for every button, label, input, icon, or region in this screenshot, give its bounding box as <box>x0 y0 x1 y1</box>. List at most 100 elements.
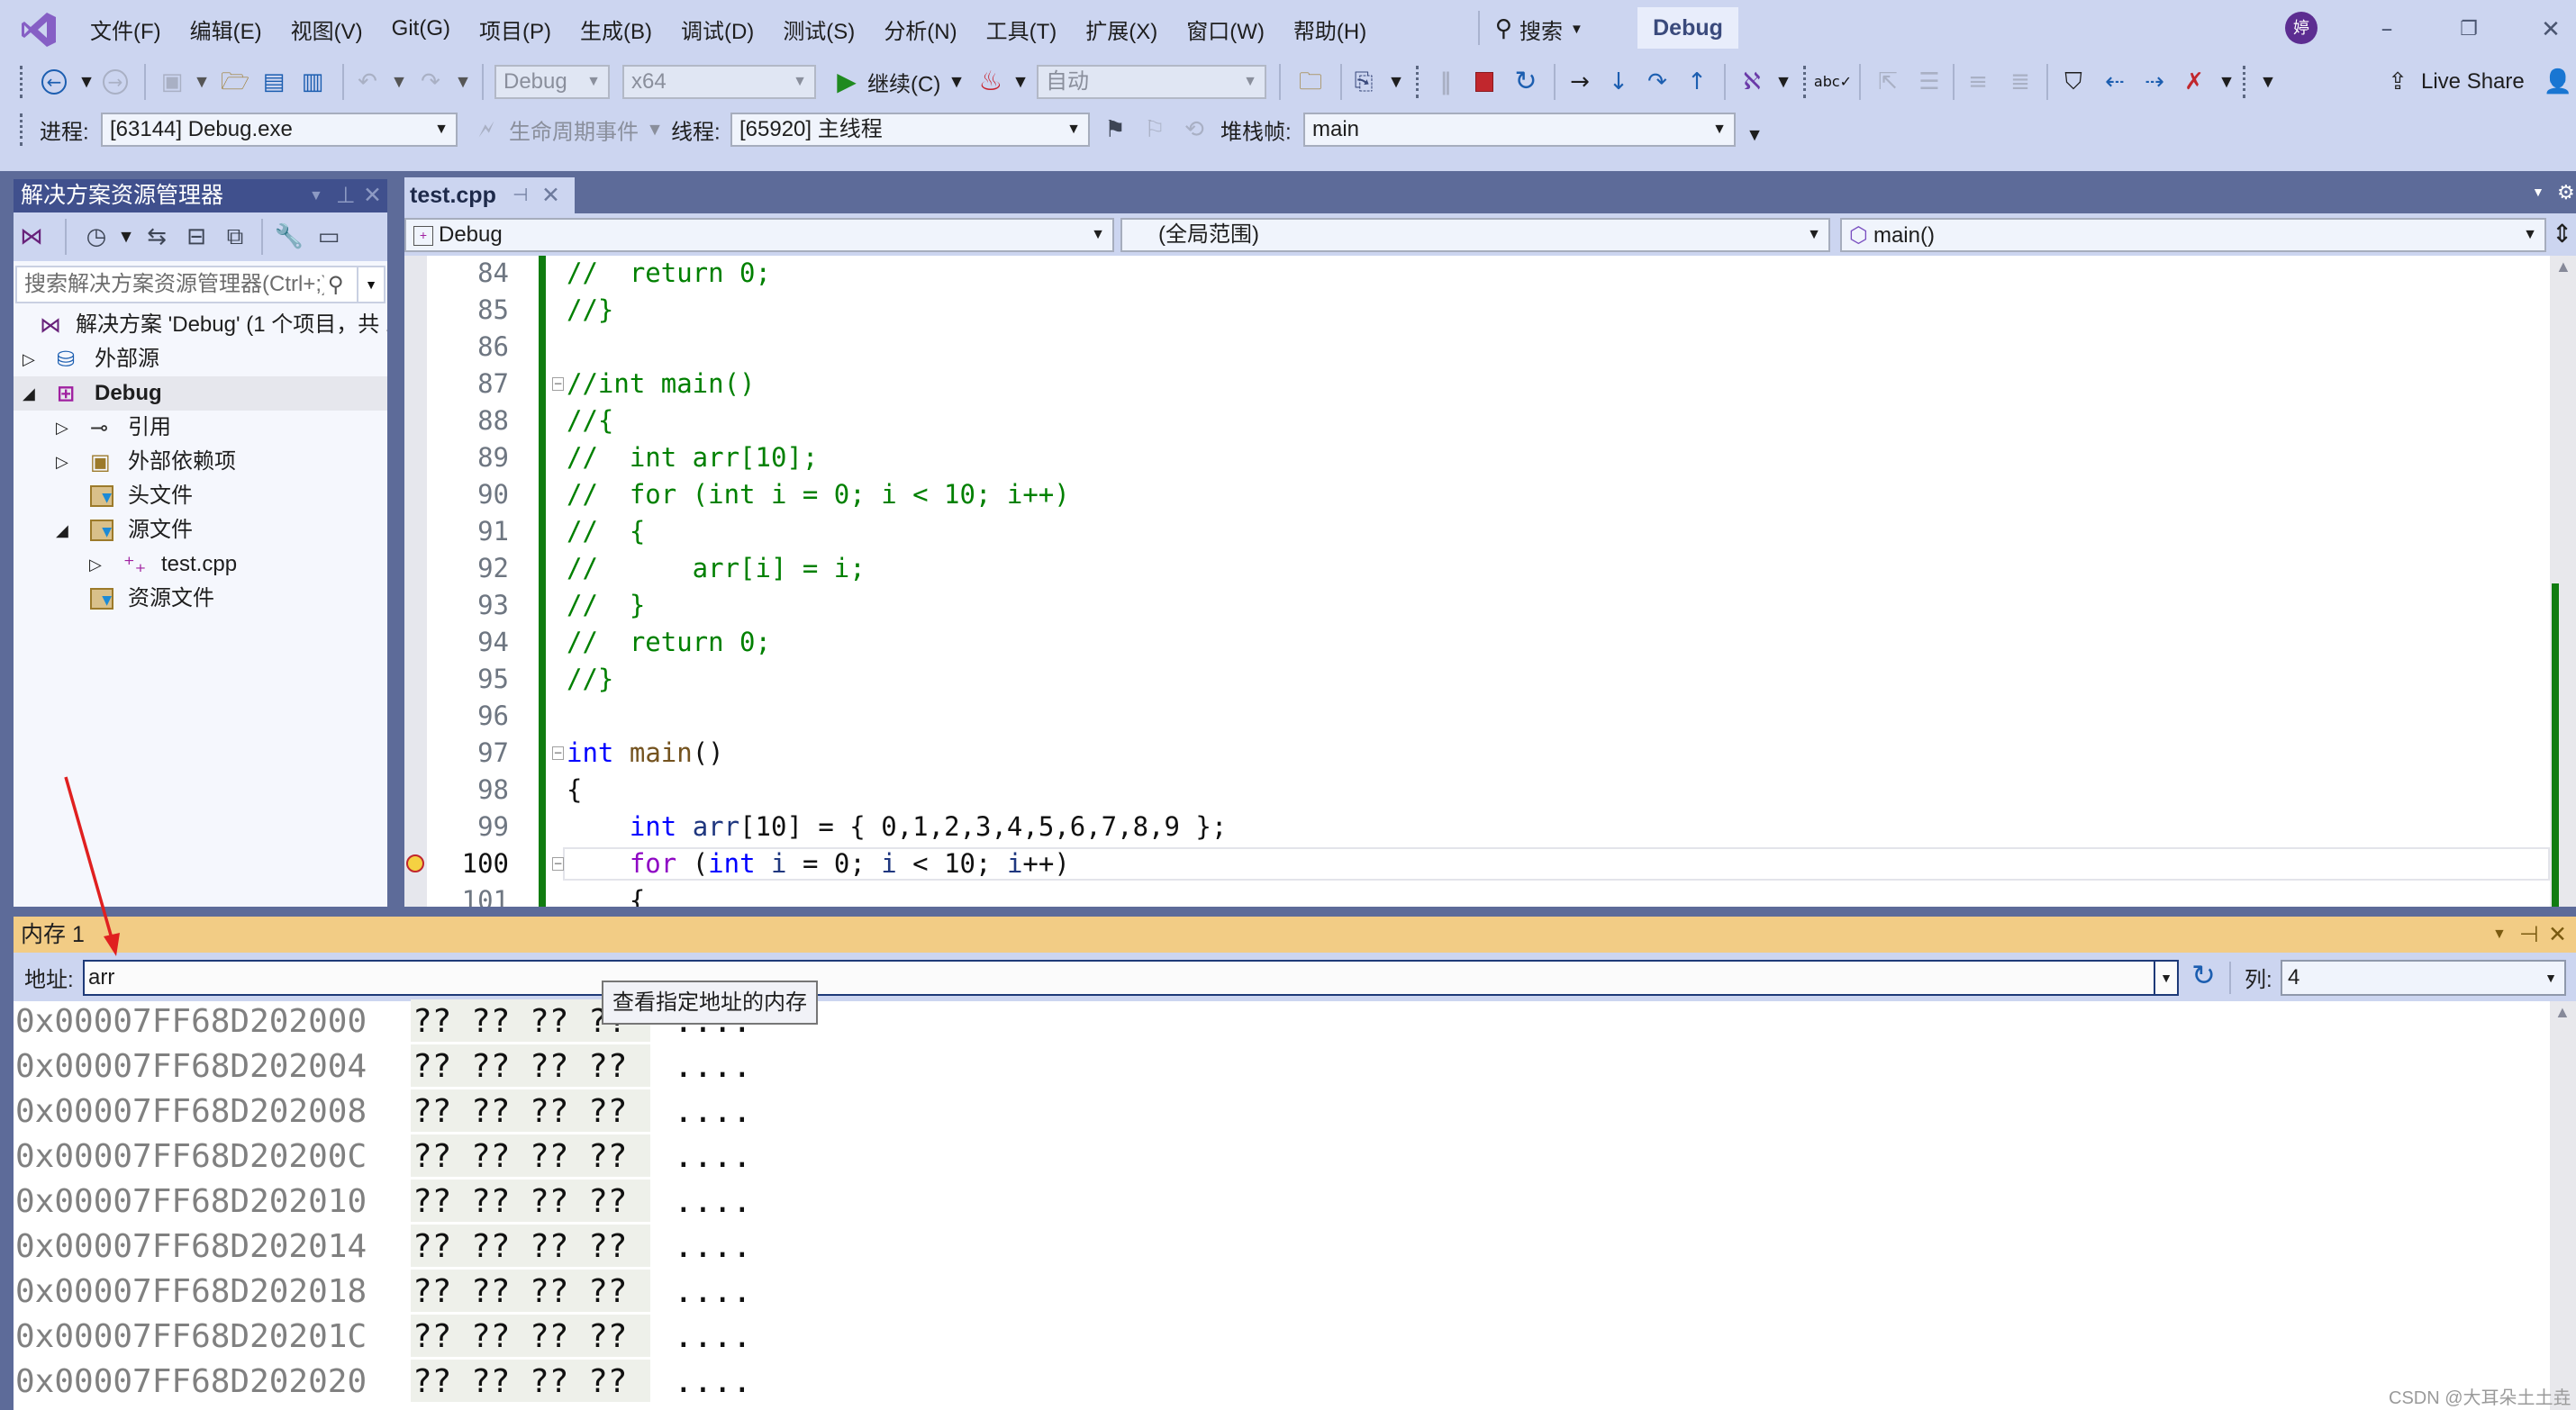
columns-dropdown[interactable]: 4 ▼ <box>2281 960 2566 996</box>
step-into-specific-icon[interactable]: ⎘ <box>1355 70 1374 94</box>
play-icon[interactable]: ▶ <box>837 69 857 95</box>
chevron-down-icon[interactable]: ▼ <box>2492 917 2507 953</box>
code-line[interactable]: 92 // arr[i] = i; <box>404 550 2550 587</box>
collapse-region-icon[interactable]: − <box>552 377 564 391</box>
preview-selected-icon[interactable]: ▭ <box>318 225 340 249</box>
step-into-icon[interactable]: ↓ <box>1609 70 1628 94</box>
menu-item[interactable]: 窗口(W) <box>1172 14 1279 45</box>
debug-target-dropdown[interactable]: 自动 ▼ <box>1037 65 1266 99</box>
editor-vertical-scrollbar[interactable]: ▲ <box>2550 256 2576 907</box>
previous-bookmark-icon[interactable]: ⇠ <box>2105 70 2125 94</box>
toolbar-grip[interactable] <box>2243 66 2245 98</box>
uncomment-icon[interactable]: ☰ <box>1918 70 1939 94</box>
menu-item[interactable]: 分析(N) <box>869 14 971 45</box>
menu-item[interactable]: 文件(F) <box>76 14 176 45</box>
tree-item[interactable]: ⋈ 解决方案 'Debug' (1 个项目，共 1 个) <box>14 309 387 342</box>
open-file-icon[interactable]: 🗁 <box>221 70 249 94</box>
code-line[interactable]: 87 −//int main() <box>404 366 2550 402</box>
code-line[interactable]: 99 int arr[10] = { 0,1,2,3,4,5,6,7,8,9 }… <box>404 809 2550 845</box>
memory-bytes[interactable]: ?? ?? ?? ?? <box>411 1225 650 1267</box>
switch-views-icon[interactable]: ⋈ <box>20 225 43 249</box>
menu-item[interactable]: 视图(V) <box>277 14 377 45</box>
code-editor[interactable]: 84// return 0; 85//} 86 87−//int main() 88//… <box>404 256 2550 907</box>
clear-bookmarks-icon[interactable]: ✗ <box>2184 70 2204 94</box>
memory-vertical-scrollbar[interactable]: ▲ <box>2550 1001 2576 1410</box>
menu-item[interactable]: 测试(S) <box>768 14 869 45</box>
toolbar-overflow-icon[interactable]: ▼ <box>1749 128 1760 142</box>
tree-item[interactable]: ▷ ⊸ 引用 <box>14 411 387 445</box>
chevron-down-icon[interactable]: ▼ <box>458 75 468 89</box>
reevaluate-refresh-icon[interactable]: ↻ <box>2191 958 2216 992</box>
code-line[interactable]: 95 //} <box>404 661 2550 698</box>
memory-row[interactable]: 0x00007FF68D20200C ?? ?? ?? ??.... <box>14 1134 2535 1180</box>
account-feedback-icon[interactable]: 👤 <box>2544 70 2572 94</box>
solution-name-badge[interactable]: Debug <box>1637 7 1738 49</box>
memory-row[interactable]: 0x00007FF68D202018 ?? ?? ?? ??.... <box>14 1270 2535 1315</box>
find-in-files-icon[interactable]: 🗀 <box>1299 70 1322 94</box>
collapsed-arrow-icon[interactable]: ▷ <box>56 445 68 479</box>
memory-bytes[interactable]: ?? ?? ?? ?? <box>411 1044 650 1087</box>
collapse-all-icon[interactable]: ⊟ <box>186 225 206 249</box>
menu-item[interactable]: 工具(T) <box>972 14 1072 45</box>
code-line[interactable]: 89 // int arr[10]; <box>404 439 2550 476</box>
code-line[interactable]: 90 // for (int i = 0; i < 10; i++) <box>404 476 2550 513</box>
code-line[interactable]: 98 { <box>404 772 2550 809</box>
memory-bytes[interactable]: ?? ?? ?? ?? <box>411 1180 650 1222</box>
memory-title-bar[interactable]: 内存 1 ▼ ⊣ ✕ <box>14 917 2576 953</box>
avatar[interactable]: 婷 <box>2285 12 2317 44</box>
increase-indent-icon[interactable]: ≣ <box>2010 70 2030 94</box>
memory-row[interactable]: 0x00007FF68D20201C ?? ?? ?? ??.... <box>14 1315 2535 1360</box>
project-dropdown[interactable]: + Debug ▼ <box>404 218 1114 252</box>
code-line[interactable]: 88 //{ <box>404 402 2550 439</box>
chevron-down-icon[interactable]: ▼ <box>2221 75 2232 89</box>
process-dropdown[interactable]: [63144] Debug.exe ▼ <box>101 113 458 147</box>
close-icon[interactable]: ✕ <box>363 179 382 212</box>
show-next-statement-icon[interactable]: → <box>1570 70 1590 94</box>
collapsed-arrow-icon[interactable]: ▷ <box>23 342 35 376</box>
menu-item[interactable]: 扩展(X) <box>1071 14 1172 45</box>
memory-bytes[interactable]: ?? ?? ?? ?? <box>411 1270 650 1312</box>
code-line[interactable]: 84 // return 0; <box>404 256 2550 292</box>
flag-threads-icon[interactable]: ⚐ <box>1144 118 1165 141</box>
menu-item[interactable]: Git(G) <box>377 16 465 41</box>
memory-bytes[interactable]: ?? ?? ?? ?? <box>411 1315 650 1357</box>
toolbar-grip[interactable] <box>1803 66 1806 98</box>
redo-icon[interactable]: ↷ <box>421 70 440 94</box>
settings-gear-icon[interactable]: ⚙ <box>2557 181 2575 204</box>
save-all-icon[interactable]: ▥ <box>302 70 324 94</box>
stack-frame-dropdown[interactable]: main ▼ <box>1303 113 1736 147</box>
new-item-icon[interactable]: ▣ <box>161 70 184 94</box>
code-line[interactable]: 101 { <box>404 882 2550 907</box>
tab-test-cpp[interactable]: test.cpp ⊣ ✕ <box>404 177 575 213</box>
tree-item[interactable]: ◢ ⊞ Debug <box>14 376 387 411</box>
toolbar-overflow-icon[interactable]: ▼ <box>2263 75 2273 89</box>
scroll-up-icon[interactable]: ▲ <box>2555 258 2571 276</box>
platform-dropdown[interactable]: x64 ▼ <box>622 65 816 99</box>
properties-wrench-icon[interactable]: 🔧 <box>275 225 304 249</box>
address-input[interactable]: arr ▼ <box>83 960 2179 996</box>
expanded-arrow-icon[interactable]: ◢ <box>23 376 35 411</box>
thread-dropdown[interactable]: [65920] 主线程 ▼ <box>730 113 1090 147</box>
memory-row[interactable]: 0x00007FF68D202008 ?? ?? ?? ??.... <box>14 1089 2535 1134</box>
member-dropdown[interactable]: ⬡ main() ▼ <box>1840 218 2546 252</box>
current-statement-arrow-icon[interactable] <box>406 854 424 872</box>
memory-bytes[interactable]: ?? ?? ?? ?? <box>411 1360 650 1402</box>
menu-item[interactable]: 帮助(H) <box>1279 14 1381 45</box>
menu-item[interactable]: 生成(B) <box>566 14 667 45</box>
restore-button[interactable]: ❐ <box>2460 20 2478 40</box>
code-line[interactable]: 85 //} <box>404 292 2550 329</box>
tab-overflow-icon[interactable]: ▼ <box>2532 185 2544 199</box>
live-share-icon[interactable]: ⇪ <box>2388 70 2408 94</box>
close-icon[interactable]: ✕ <box>2548 917 2567 953</box>
memory-bytes[interactable]: ?? ?? ?? ?? <box>411 1089 650 1132</box>
code-line[interactable]: 93 // } <box>404 587 2550 624</box>
chevron-down-icon[interactable]: ▼ <box>81 75 92 89</box>
solution-explorer-title-bar[interactable]: 解决方案资源管理器 ▼ ⊥ ✕ <box>14 179 387 212</box>
comment-icon[interactable]: ⇱ <box>1878 70 1898 94</box>
code-line[interactable]: 97 − int main() <box>404 735 2550 772</box>
search-button[interactable]: ⚲ 搜索 ▼ <box>1495 13 1583 45</box>
tree-item[interactable]: ▼ 资源文件 <box>14 582 387 616</box>
next-bookmark-icon[interactable]: ⇢ <box>2145 70 2164 94</box>
scroll-up-icon[interactable]: ▲ <box>2554 1003 2571 1022</box>
collapse-region-icon[interactable]: − <box>552 857 564 871</box>
